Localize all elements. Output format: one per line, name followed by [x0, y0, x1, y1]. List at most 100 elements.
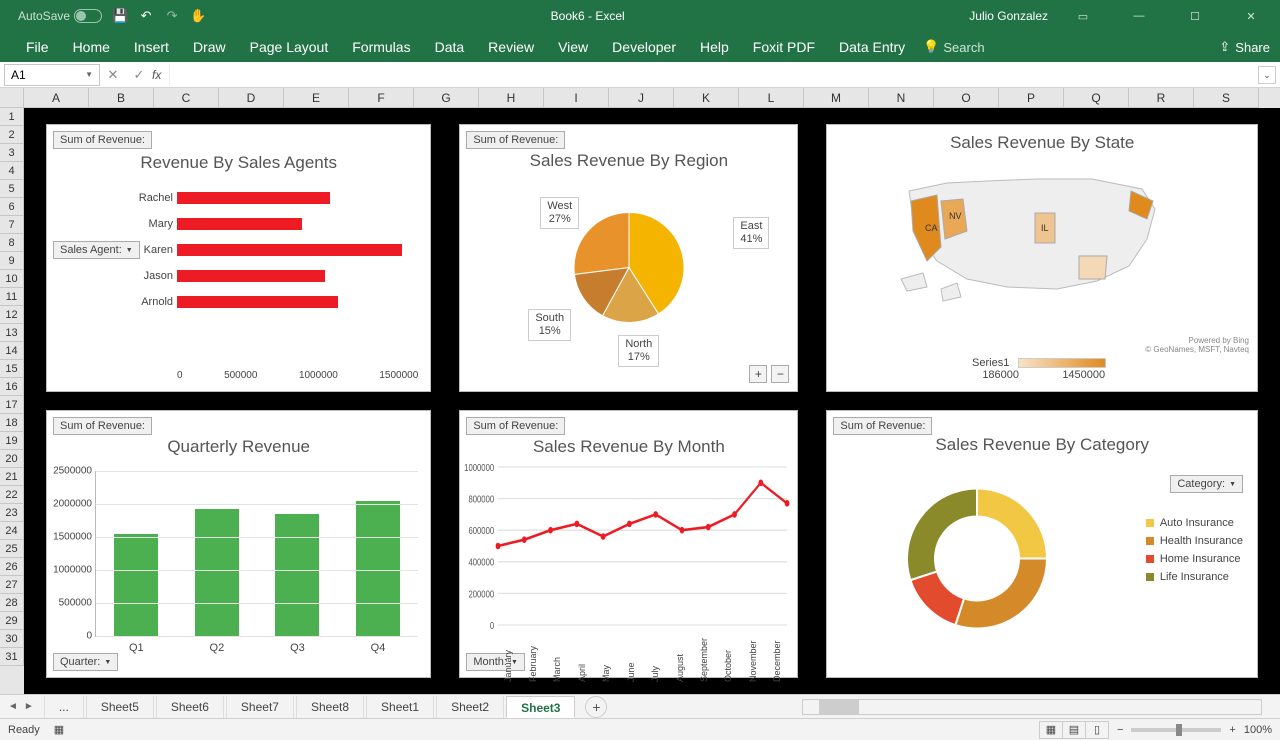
- sheet-tab[interactable]: Sheet7: [226, 696, 294, 718]
- tab-help[interactable]: Help: [688, 32, 741, 62]
- tab-scroll-right-icon[interactable]: ►: [24, 701, 34, 712]
- row-header[interactable]: 1: [0, 108, 24, 126]
- col-header[interactable]: C: [154, 88, 219, 108]
- zoom-out-button[interactable]: −: [771, 365, 789, 383]
- col-header[interactable]: O: [934, 88, 999, 108]
- select-all-button[interactable]: [0, 88, 24, 108]
- field-sum-revenue[interactable]: Sum of Revenue:: [833, 417, 932, 435]
- tab-pagelayout[interactable]: Page Layout: [238, 32, 341, 62]
- row-header[interactable]: 14: [0, 342, 24, 360]
- share-button[interactable]: ⇪ Share: [1219, 39, 1270, 55]
- field-sum-revenue[interactable]: Sum of Revenue:: [53, 417, 152, 435]
- col-header[interactable]: J: [609, 88, 674, 108]
- col-header[interactable]: M: [804, 88, 869, 108]
- row-header[interactable]: 2: [0, 126, 24, 144]
- row-header[interactable]: 20: [0, 450, 24, 468]
- row-header[interactable]: 30: [0, 630, 24, 648]
- field-sum-revenue[interactable]: Sum of Revenue:: [466, 131, 565, 149]
- col-header[interactable]: N: [869, 88, 934, 108]
- row-header[interactable]: 3: [0, 144, 24, 162]
- touch-mode-icon[interactable]: ✋: [190, 8, 206, 24]
- row-header[interactable]: 13: [0, 324, 24, 342]
- maximize-button[interactable]: ☐: [1174, 0, 1216, 32]
- sheet-tab[interactable]: Sheet2: [436, 696, 504, 718]
- tab-formulas[interactable]: Formulas: [340, 32, 422, 62]
- zoom-level[interactable]: 100%: [1244, 724, 1272, 736]
- redo-icon[interactable]: ↷: [164, 8, 180, 24]
- row-header[interactable]: 21: [0, 468, 24, 486]
- page-layout-view-button[interactable]: ▤: [1062, 721, 1086, 739]
- formula-bar-expand-icon[interactable]: ⌄: [1258, 66, 1276, 84]
- row-header[interactable]: 11: [0, 288, 24, 306]
- tab-scroll-left-icon[interactable]: ◄: [8, 701, 18, 712]
- col-header[interactable]: F: [349, 88, 414, 108]
- sheet-tab-more[interactable]: ...: [44, 696, 84, 718]
- row-header[interactable]: 24: [0, 522, 24, 540]
- col-header[interactable]: K: [674, 88, 739, 108]
- chart-revenue-by-category[interactable]: Sum of Revenue: Category:▼ Sales Revenue…: [826, 410, 1258, 678]
- slicer-category[interactable]: Category:▼: [1170, 475, 1243, 493]
- tab-dataentry[interactable]: Data Entry: [827, 32, 917, 62]
- autosave-toggle[interactable]: AutoSave: [18, 9, 102, 23]
- row-header[interactable]: 23: [0, 504, 24, 522]
- cancel-formula-icon[interactable]: ✕: [100, 67, 126, 83]
- row-header[interactable]: 16: [0, 378, 24, 396]
- row-header[interactable]: 22: [0, 486, 24, 504]
- minimize-button[interactable]: —: [1118, 0, 1160, 32]
- col-header[interactable]: I: [544, 88, 609, 108]
- row-header[interactable]: 12: [0, 306, 24, 324]
- undo-icon[interactable]: ↶: [138, 8, 154, 24]
- zoom-in-button[interactable]: +: [749, 365, 767, 383]
- tab-draw[interactable]: Draw: [181, 32, 238, 62]
- sheet-tab[interactable]: Sheet8: [296, 696, 364, 718]
- row-header[interactable]: 27: [0, 576, 24, 594]
- chart-quarterly-revenue[interactable]: Sum of Revenue: Quarter:▼ Quarterly Reve…: [46, 410, 431, 678]
- user-name[interactable]: Julio Gonzalez: [969, 9, 1048, 23]
- col-header[interactable]: Q: [1064, 88, 1129, 108]
- row-header[interactable]: 28: [0, 594, 24, 612]
- tab-data[interactable]: Data: [423, 32, 477, 62]
- ribbon-options-icon[interactable]: ▭: [1062, 0, 1104, 32]
- tab-home[interactable]: Home: [61, 32, 122, 62]
- col-header[interactable]: L: [739, 88, 804, 108]
- close-button[interactable]: ✕: [1230, 0, 1272, 32]
- col-header[interactable]: E: [284, 88, 349, 108]
- col-header[interactable]: G: [414, 88, 479, 108]
- row-header[interactable]: 15: [0, 360, 24, 378]
- slicer-quarter[interactable]: Quarter:▼: [53, 653, 118, 671]
- zoom-in-button[interactable]: +: [1229, 724, 1235, 736]
- row-header[interactable]: 29: [0, 612, 24, 630]
- sheet-tab[interactable]: Sheet3: [506, 696, 575, 718]
- chart-revenue-by-month[interactable]: Sum of Revenue: Month:▼ Sales Revenue By…: [459, 410, 798, 678]
- row-header[interactable]: 10: [0, 270, 24, 288]
- save-icon[interactable]: 💾: [112, 8, 128, 24]
- sheet-tab[interactable]: Sheet1: [366, 696, 434, 718]
- row-header[interactable]: 18: [0, 414, 24, 432]
- zoom-slider[interactable]: [1131, 728, 1221, 732]
- chart-revenue-by-region[interactable]: Sum of Revenue: Sales Revenue By Region …: [459, 124, 798, 392]
- page-break-view-button[interactable]: ▯: [1085, 721, 1109, 739]
- row-header[interactable]: 6: [0, 198, 24, 216]
- normal-view-button[interactable]: ▦: [1039, 721, 1063, 739]
- row-header[interactable]: 19: [0, 432, 24, 450]
- sheet-tab[interactable]: Sheet5: [86, 696, 154, 718]
- col-header[interactable]: B: [89, 88, 154, 108]
- row-header[interactable]: 17: [0, 396, 24, 414]
- col-header[interactable]: A: [24, 88, 89, 108]
- row-header[interactable]: 7: [0, 216, 24, 234]
- tab-file[interactable]: File: [14, 32, 61, 62]
- row-header[interactable]: 9: [0, 252, 24, 270]
- sheet-tab[interactable]: Sheet6: [156, 696, 224, 718]
- horizontal-scrollbar[interactable]: [802, 699, 1262, 715]
- chart-revenue-by-state[interactable]: Sales Revenue By State CA NV IL Pow: [826, 124, 1258, 392]
- row-header[interactable]: 31: [0, 648, 24, 666]
- fx-icon[interactable]: fx: [152, 68, 169, 82]
- chart-revenue-by-agent[interactable]: Sum of Revenue: Sales Agent:▼ Revenue By…: [46, 124, 431, 392]
- tab-foxitpdf[interactable]: Foxit PDF: [741, 32, 827, 62]
- new-sheet-button[interactable]: +: [585, 696, 607, 718]
- col-header[interactable]: P: [999, 88, 1064, 108]
- tab-developer[interactable]: Developer: [600, 32, 688, 62]
- tab-insert[interactable]: Insert: [122, 32, 181, 62]
- row-header[interactable]: 5: [0, 180, 24, 198]
- col-header[interactable]: R: [1129, 88, 1194, 108]
